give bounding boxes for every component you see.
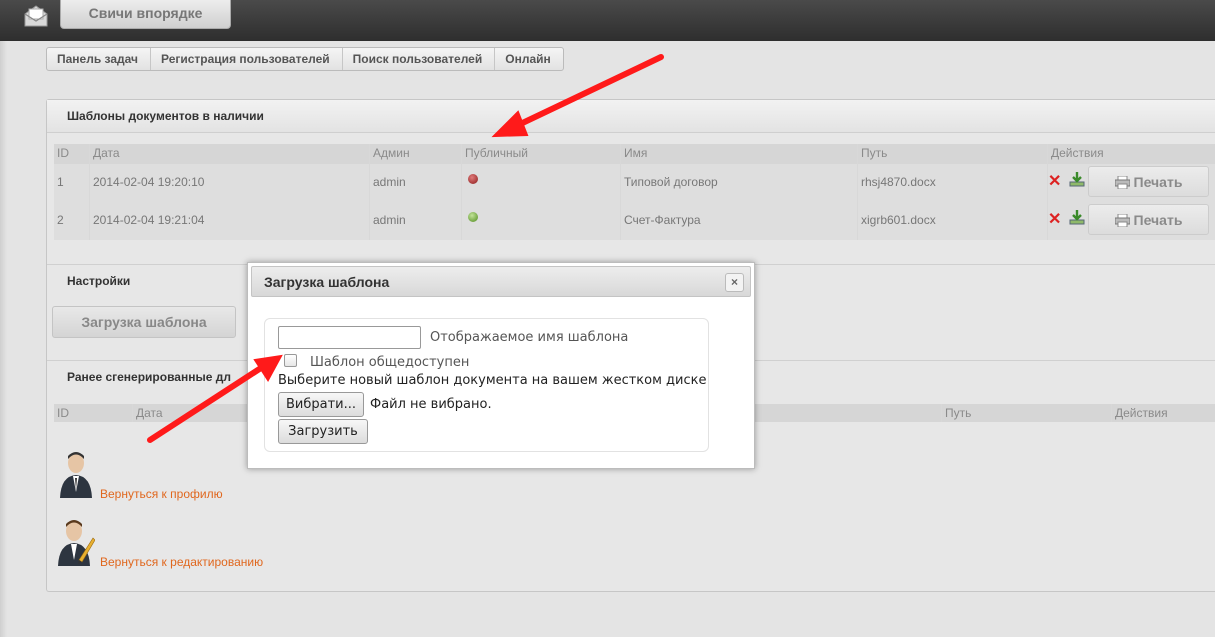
- public-status-icon: [468, 173, 478, 184]
- col-actions: Действия: [1112, 404, 1215, 422]
- file-hint: Выберите новый шаблон документа на вашем…: [278, 373, 707, 388]
- cell-id: 1: [54, 164, 90, 202]
- mail-icon: [24, 5, 48, 27]
- cell-actions: ✕ Печать: [1048, 164, 1215, 202]
- print-label: Печать: [1133, 212, 1183, 228]
- print-button[interactable]: Печать: [1088, 204, 1209, 235]
- template-name-input[interactable]: [278, 326, 421, 349]
- upload-form: Отображаемое имя шаблона Шаблон общедост…: [264, 318, 709, 452]
- app-title-button[interactable]: Свичи впорядке: [60, 0, 231, 29]
- breadcrumb: Панель задач Регистрация пользователей П…: [46, 47, 564, 71]
- breadcrumb-user-search[interactable]: Поиск пользователей: [343, 48, 496, 70]
- public-checkbox-label: Шаблон общедоступен: [310, 355, 470, 370]
- dialog-title: Загрузка шаблона: [264, 274, 390, 290]
- upload-template-dialog: Загрузка шаблона × Отображаемое имя шабл…: [247, 262, 755, 469]
- col-actions: Действия: [1048, 144, 1215, 164]
- user-edit-icon: [58, 520, 95, 566]
- public-status-icon: [468, 211, 478, 222]
- col-id: ID: [54, 144, 90, 164]
- table-row: 2 2014-02-04 19:21:04 admin Счет-Фактура…: [54, 202, 1215, 240]
- cell-admin: admin: [370, 202, 462, 240]
- download-icon[interactable]: [1069, 209, 1085, 225]
- left-shade: [0, 41, 7, 637]
- col-id: ID: [54, 404, 133, 422]
- cell-actions: ✕ Печать: [1048, 202, 1215, 240]
- back-to-profile-link[interactable]: Вернуться к профилю: [100, 487, 223, 501]
- cell-path: rhsj4870.docx: [858, 164, 1048, 202]
- cell-date: 2014-02-04 19:20:10: [90, 164, 370, 202]
- cell-name: Счет-Фактура: [621, 202, 858, 240]
- delete-icon[interactable]: ✕: [1048, 212, 1061, 228]
- col-name: Имя: [621, 144, 858, 164]
- breadcrumb-dashboard[interactable]: Панель задач: [47, 48, 151, 70]
- cell-admin: admin: [370, 164, 462, 202]
- print-button[interactable]: Печать: [1088, 166, 1209, 197]
- col-path: Путь: [942, 404, 1112, 422]
- submit-upload-button[interactable]: Загрузить: [278, 419, 368, 444]
- cell-date: 2014-02-04 19:21:04: [90, 202, 370, 240]
- cell-path: xigrb601.docx: [858, 202, 1048, 240]
- dialog-header: Загрузка шаблона ×: [251, 266, 751, 297]
- top-bar: Свичи впорядке: [0, 0, 1215, 41]
- file-status: Файл не вибрано.: [370, 397, 492, 412]
- col-date: Дата: [90, 144, 370, 164]
- template-name-label: Отображаемое имя шаблона: [430, 330, 629, 345]
- close-button[interactable]: ×: [725, 273, 744, 292]
- col-admin: Админ: [370, 144, 462, 164]
- user-profile-icon: [60, 452, 92, 498]
- cell-id: 2: [54, 202, 90, 240]
- printer-icon: [1114, 176, 1130, 189]
- table-header: ID Дата Админ Публичный Имя Путь Действи…: [54, 144, 1215, 164]
- download-icon[interactable]: [1069, 171, 1085, 187]
- templates-section-title: Шаблоны документов в наличии: [47, 100, 1215, 133]
- cell-public: [462, 164, 621, 202]
- upload-template-button[interactable]: Загрузка шаблона: [52, 306, 236, 338]
- print-label: Печать: [1133, 174, 1183, 190]
- printer-icon: [1114, 214, 1130, 227]
- cell-name: Типовой договор: [621, 164, 858, 202]
- table-row: 1 2014-02-04 19:20:10 admin Типовой дого…: [54, 164, 1215, 202]
- choose-file-button[interactable]: Вибрати...: [278, 392, 364, 417]
- close-icon: ×: [730, 275, 738, 289]
- public-checkbox[interactable]: [284, 354, 297, 367]
- breadcrumb-user-registration[interactable]: Регистрация пользователей: [151, 48, 343, 70]
- delete-icon[interactable]: ✕: [1048, 174, 1061, 190]
- breadcrumb-online[interactable]: Онлайн: [495, 48, 563, 70]
- back-to-edit-link[interactable]: Вернуться к редактированию: [100, 555, 263, 569]
- col-public: Публичный: [462, 144, 621, 164]
- cell-public: [462, 202, 621, 240]
- col-path: Путь: [858, 144, 1048, 164]
